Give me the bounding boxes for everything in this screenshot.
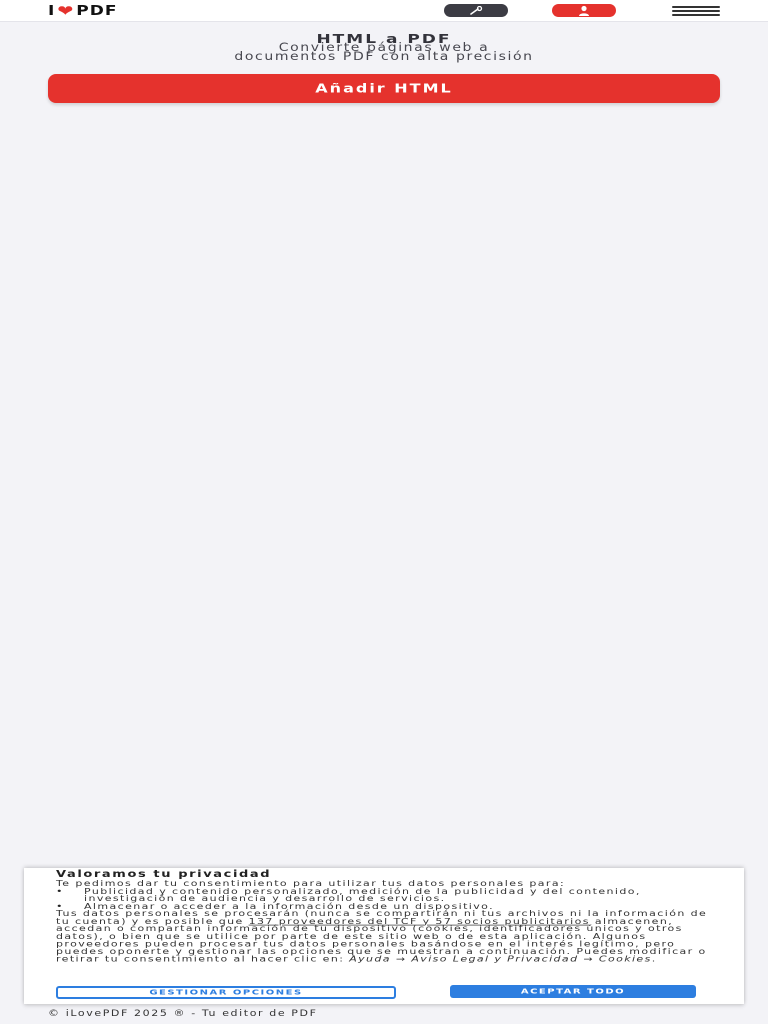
add-html-button[interactable]: Añadir HTML [48,74,720,103]
consent-purpose-item: Almacenar o acceder a la información des… [56,902,712,911]
tools-button[interactable] [444,4,508,17]
consent-body-end: . [651,954,657,964]
wrench-icon [470,5,483,15]
hamburger-bar [672,14,720,16]
heart-icon: ❤ [57,2,75,20]
privacy-consent-banner: Valoramos tu privacidad Te pedimos dar t… [24,868,744,1004]
logo-text-i: I [48,3,56,19]
accept-all-label: ACEPTAR TODO [520,987,626,996]
consent-body: Tus datos personales se procesarán (nunc… [56,910,712,963]
accept-all-button[interactable]: ACEPTAR TODO [450,985,696,998]
user-icon [579,5,589,16]
consent-text: Te pedimos dar tu consentimiento para ut… [56,880,712,963]
logo-text-pdf: PDF [76,3,118,19]
hamburger-bar [672,10,720,12]
ilovepdf-logo[interactable]: I ❤ PDF [48,2,118,20]
consent-purposes-list: Publicidad y contenido personalizado, me… [56,887,712,911]
footer-copyright: © iLovePDF 2025 ® - Tu editor de PDF [48,1008,318,1019]
consent-purpose-item: Publicidad y contenido personalizado, me… [56,887,712,903]
user-account-button[interactable] [552,4,616,17]
hamburger-bar [672,6,720,8]
consent-content: Valoramos tu privacidad Te pedimos dar t… [56,870,712,963]
add-html-button-label: Añadir HTML [315,81,453,96]
page-subtitle: Convierte páginas web a documentos PDF c… [0,42,768,64]
manage-options-label: GESTIONAR OPCIONES [149,988,303,997]
top-header: I ❤ PDF [0,0,768,22]
hamburger-menu-button[interactable] [672,6,720,16]
manage-options-button[interactable]: GESTIONAR OPCIONES [56,986,396,999]
subtitle-line-2: documentos PDF con alta precisión [234,50,534,64]
help-legal-cookies-link[interactable]: Ayuda → Aviso Legal y Privacidad → Cooki… [349,954,652,963]
